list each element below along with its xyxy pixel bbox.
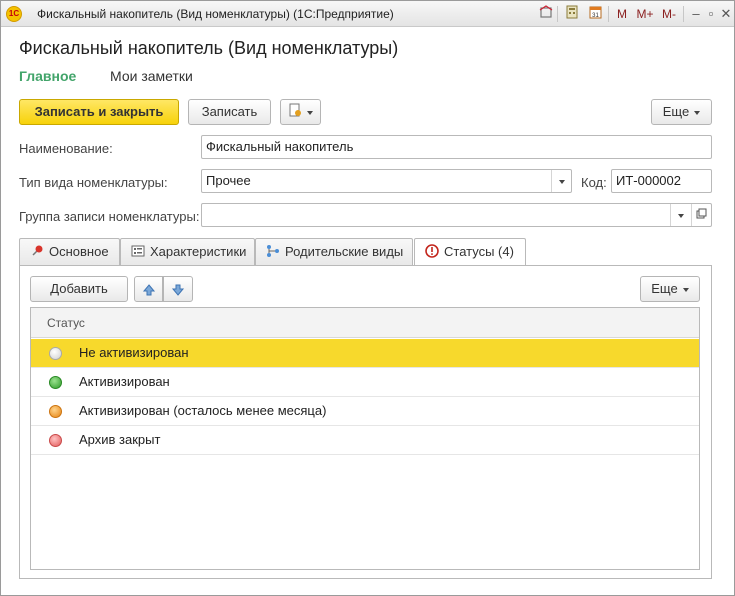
tab-label: Родительские виды bbox=[285, 244, 404, 259]
status-dot-icon bbox=[49, 347, 62, 360]
table-row[interactable]: Активизирован (осталось менее месяца) bbox=[31, 397, 699, 426]
chevron-down-icon bbox=[694, 110, 701, 115]
name-field[interactable]: Фискальный накопитель bbox=[201, 135, 712, 159]
toolbar-separator bbox=[608, 6, 609, 22]
status-dot-icon bbox=[49, 376, 62, 389]
window-title: Фискальный накопитель (Вид номенклатуры)… bbox=[37, 7, 394, 21]
print-menu-button[interactable] bbox=[280, 99, 321, 125]
open-icon bbox=[696, 208, 707, 219]
memory-plus-button[interactable]: M+ bbox=[635, 5, 655, 23]
pin-icon bbox=[30, 241, 44, 256]
type-field[interactable]: Прочее bbox=[201, 169, 572, 193]
title-bar: 1С Фискальный накопитель (Вид номенклату… bbox=[1, 1, 734, 27]
tab-main[interactable]: Основное bbox=[19, 238, 120, 266]
tab-label: Основное bbox=[49, 244, 109, 259]
toolbar-separator bbox=[557, 6, 558, 22]
chevron-down-icon bbox=[307, 110, 313, 115]
arrow-down-icon bbox=[171, 284, 185, 296]
save-and-close-button[interactable]: Записать и закрыть bbox=[19, 99, 179, 125]
table-row[interactable]: Архив закрыт bbox=[31, 426, 699, 455]
calculator-icon[interactable] bbox=[565, 5, 579, 23]
alert-icon bbox=[425, 241, 439, 258]
home-icon[interactable] bbox=[539, 5, 553, 23]
status-dot-icon bbox=[49, 405, 62, 418]
group-open-button[interactable] bbox=[691, 204, 711, 226]
close-button[interactable]: ✕ bbox=[717, 5, 735, 23]
app-window: 1С Фискальный накопитель (Вид номенклату… bbox=[0, 0, 735, 596]
tab-statuses[interactable]: Статусы (4) bbox=[414, 238, 526, 267]
add-button[interactable]: Добавить bbox=[30, 276, 128, 302]
chevron-down-icon bbox=[558, 179, 565, 184]
hierarchy-icon bbox=[266, 241, 280, 257]
status-dot-icon bbox=[49, 434, 62, 447]
memory-minus-button[interactable]: M- bbox=[661, 5, 677, 23]
row-label: Активизирован (осталось менее месяца) bbox=[79, 403, 327, 418]
table-row[interactable]: Не активизирован bbox=[31, 339, 699, 368]
statuses-more-button[interactable]: Еще bbox=[640, 276, 700, 302]
group-dropdown-button[interactable] bbox=[670, 204, 690, 226]
code-field[interactable]: ИТ-000002 bbox=[611, 169, 712, 193]
arrow-up-icon bbox=[142, 283, 155, 296]
tab-parent-types[interactable]: Родительские виды bbox=[255, 238, 413, 266]
code-label: Код: bbox=[581, 175, 607, 190]
chevron-down-icon bbox=[682, 287, 689, 292]
row-label: Активизирован bbox=[79, 374, 170, 389]
app-logo-icon: 1С bbox=[6, 6, 22, 22]
save-button[interactable]: Записать bbox=[188, 99, 271, 125]
group-label: Группа записи номенклатуры: bbox=[19, 209, 200, 224]
move-up-button[interactable] bbox=[134, 276, 163, 302]
table-row[interactable]: Активизирован bbox=[31, 368, 699, 397]
tab-characteristics[interactable]: Характеристики bbox=[120, 238, 255, 266]
chevron-down-icon bbox=[677, 213, 684, 218]
page-title: Фискальный накопитель (Вид номенклатуры) bbox=[19, 38, 399, 58]
memory-button[interactable]: M bbox=[615, 5, 629, 23]
tab-label: Характеристики bbox=[150, 244, 247, 259]
type-dropdown-button[interactable] bbox=[551, 170, 571, 192]
group-field[interactable] bbox=[201, 203, 712, 227]
nav-tab-main[interactable]: Главное bbox=[19, 68, 76, 84]
type-value: Прочее bbox=[206, 173, 251, 188]
toolbar-separator bbox=[683, 6, 684, 22]
more-button[interactable]: Еще bbox=[651, 99, 712, 125]
move-down-button[interactable] bbox=[163, 276, 193, 302]
nav-tab-notes[interactable]: Мои заметки bbox=[110, 68, 193, 84]
more-label: Еще bbox=[651, 281, 678, 296]
more-label: Еще bbox=[662, 104, 690, 119]
list-icon bbox=[131, 241, 145, 257]
row-label: Не активизирован bbox=[79, 345, 189, 360]
calendar-icon[interactable]: 31 bbox=[588, 5, 602, 23]
document-icon bbox=[288, 101, 302, 125]
name-label: Наименование: bbox=[19, 141, 113, 156]
column-header-status[interactable]: Статус bbox=[31, 308, 699, 338]
type-label: Тип вида номенклатуры: bbox=[19, 175, 168, 190]
statuses-table: Статус Не активизирован Активизирован Ак… bbox=[30, 307, 700, 570]
svg-text:31: 31 bbox=[592, 13, 599, 19]
row-label: Архив закрыт bbox=[79, 432, 161, 447]
tab-label: Статусы (4) bbox=[444, 244, 514, 259]
